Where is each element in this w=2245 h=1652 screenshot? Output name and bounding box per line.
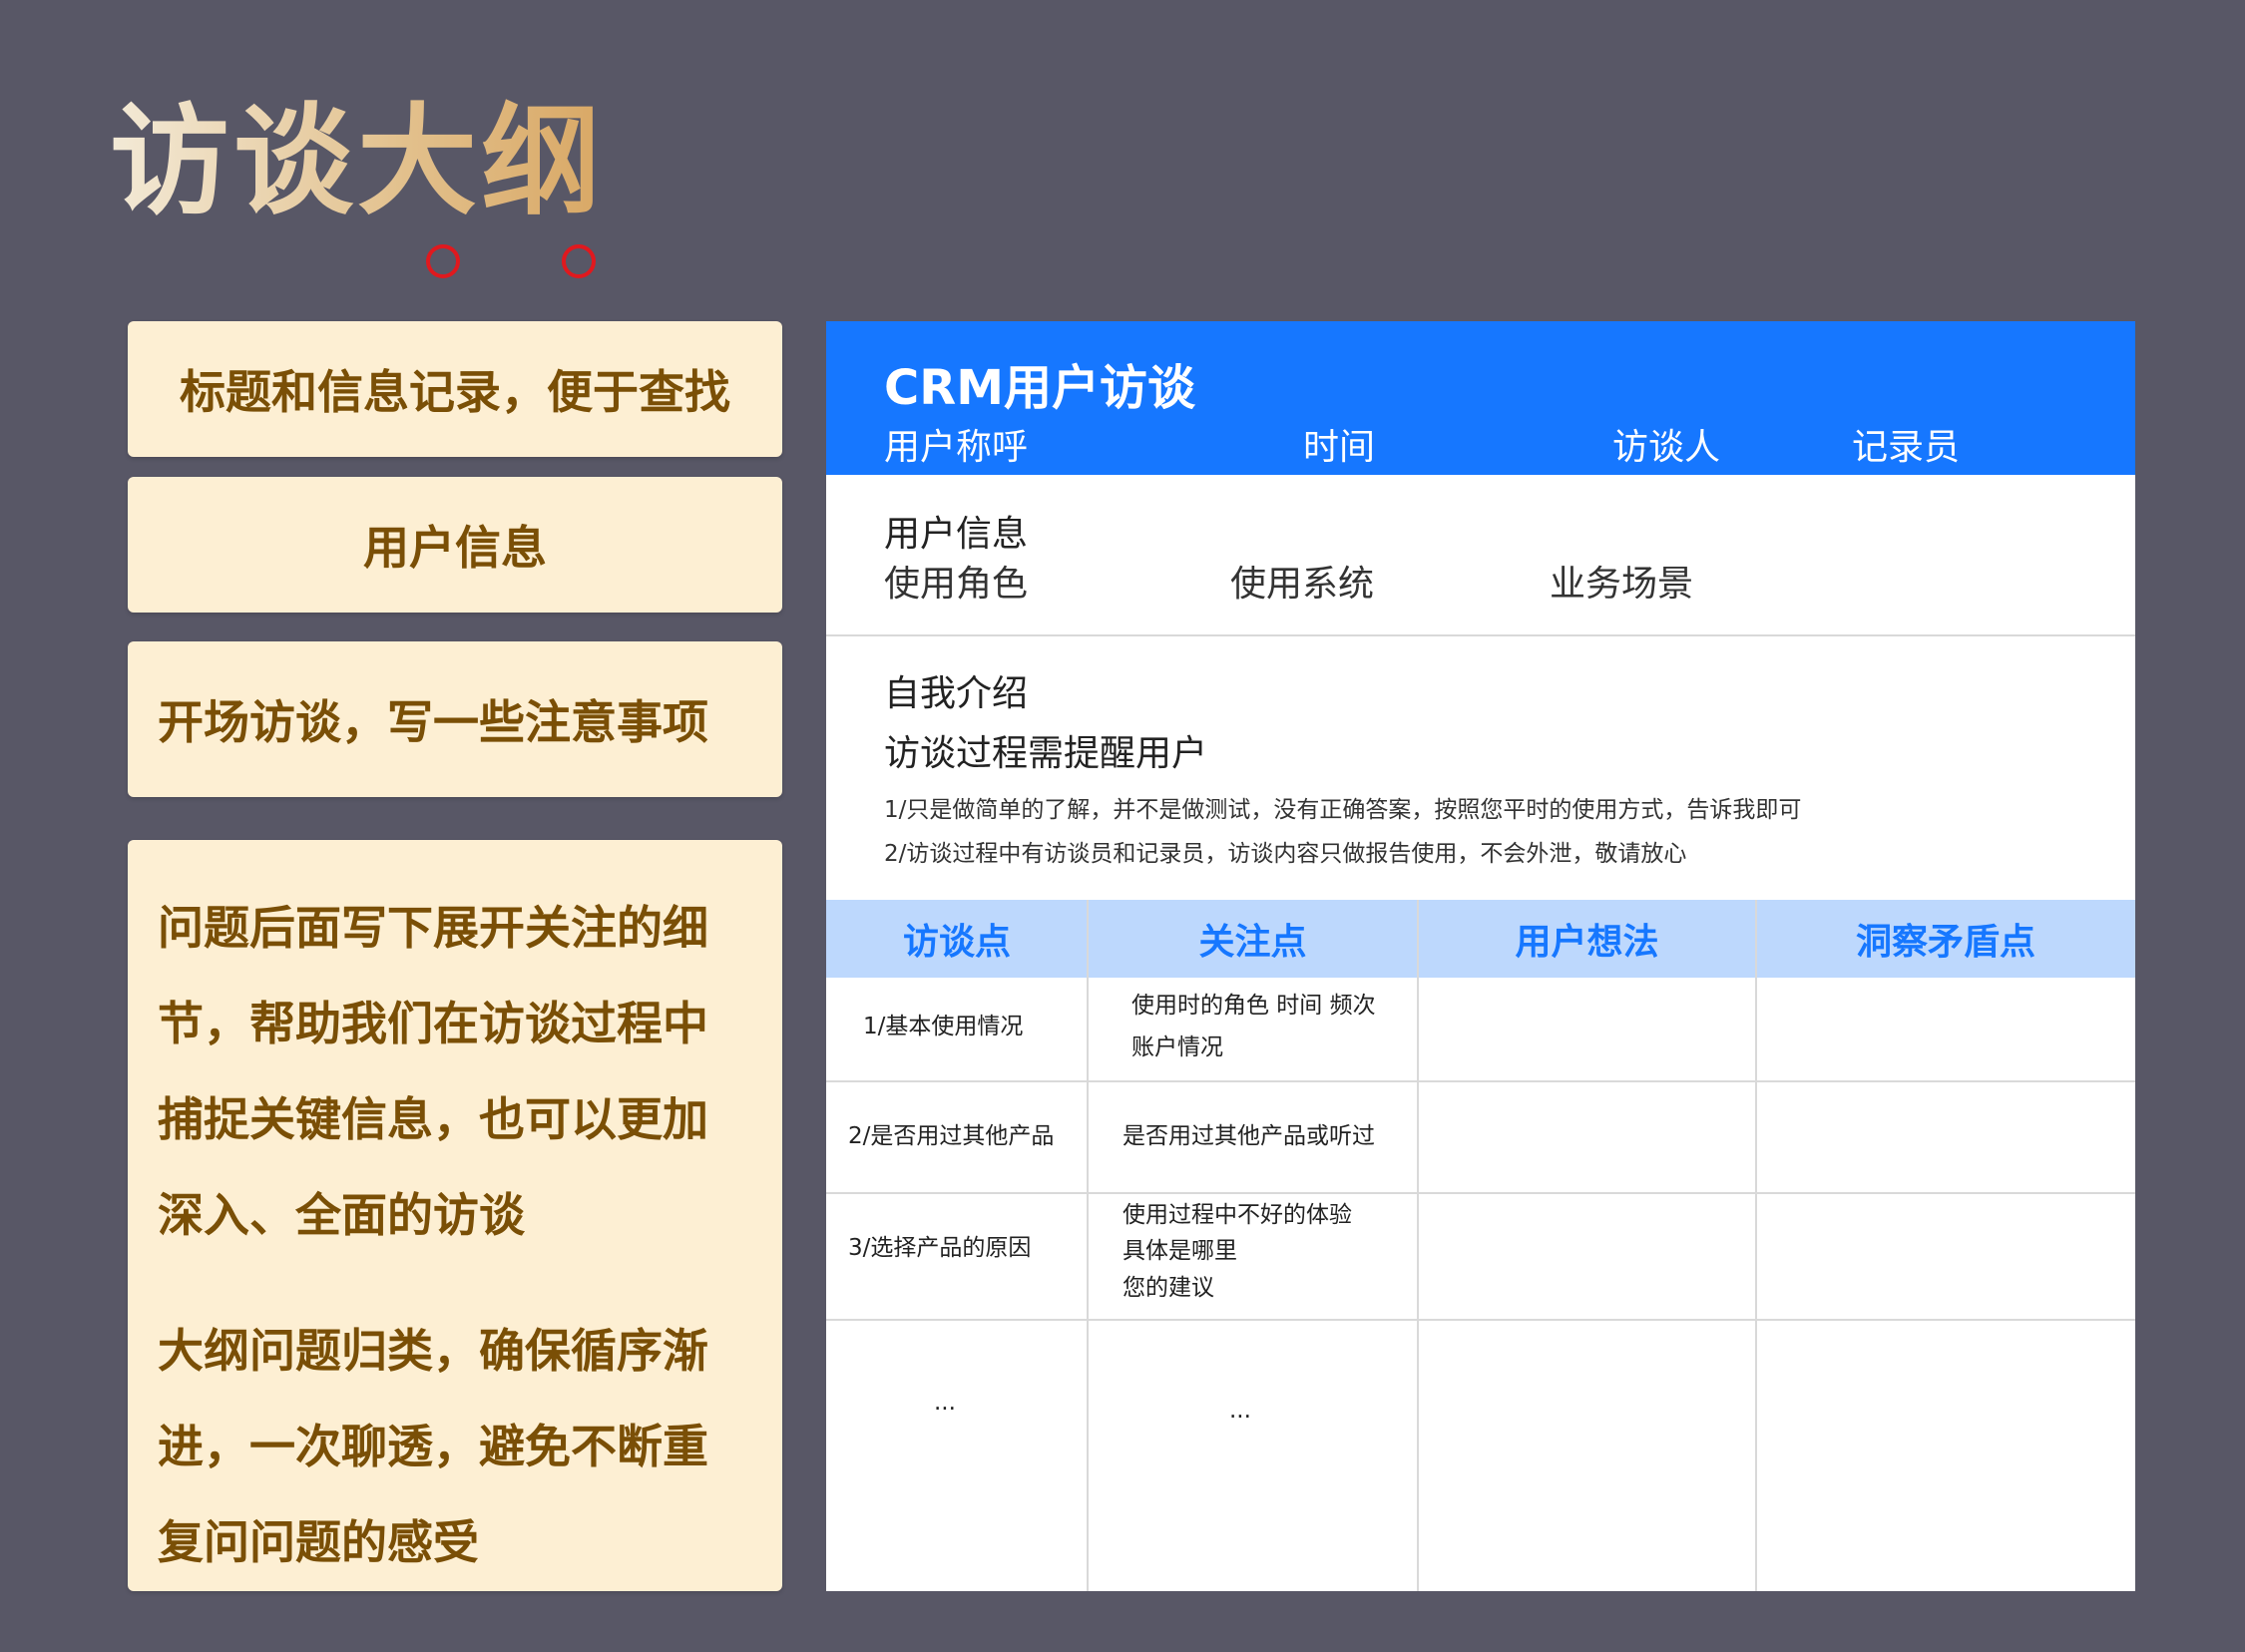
table-cell-focus: ... xyxy=(1229,1398,1251,1424)
table-cell-focus: 账户情况 xyxy=(1131,1034,1223,1060)
page-title: 访谈大纲 xyxy=(110,91,605,231)
note-opening: 开场访谈，写一些注意事项 xyxy=(128,641,782,797)
note-text: 标题和信息记录，便于查找 xyxy=(180,365,730,419)
row-divider xyxy=(826,1319,2135,1321)
card-title: CRM用户访谈 xyxy=(884,360,1195,416)
table-header-cell: 用户想法 xyxy=(1515,922,1659,963)
note-title-info: 标题和信息记录，便于查找 xyxy=(128,321,782,457)
note-line: 捕捉关键信息，也可以更加 xyxy=(158,1092,708,1146)
outline-table: 访谈点 关注点 用户想法 洞察矛盾点 1/基本使用情况 使用时的角色 时间 频次… xyxy=(826,900,2135,1591)
column-divider xyxy=(1417,900,1419,1591)
user-info-scenario: 业务场景 xyxy=(1550,564,1694,605)
intro-note: 2/访谈过程中有访谈员和记录员，访谈内容只做报告使用，不会外泄，敬请放心 xyxy=(884,841,1687,867)
note-line: 进，一次聊透，避免不断重 xyxy=(158,1420,708,1473)
note-user-info: 用户信息 xyxy=(128,477,782,613)
intro-subheading: 访谈过程需提醒用户 xyxy=(884,733,1208,774)
column-divider xyxy=(1087,900,1089,1591)
table-header-cell: 关注点 xyxy=(1198,922,1307,963)
note-text: 用户信息 xyxy=(363,521,547,575)
table-header-cell: 访谈点 xyxy=(902,922,1011,963)
row-divider xyxy=(826,1080,2135,1082)
decorative-circle xyxy=(562,244,596,278)
card-header: CRM用户访谈 用户称呼 时间 访谈人 记录员 xyxy=(826,321,2135,475)
user-info-section: 用户信息 使用角色 使用系统 业务场景 xyxy=(826,475,2135,636)
note-line: 复问问题的感受 xyxy=(158,1515,479,1569)
user-info-role: 使用角色 xyxy=(884,564,1029,605)
note-text: 开场访谈，写一些注意事项 xyxy=(158,695,708,749)
table-cell-point: ... xyxy=(934,1390,956,1416)
note-line: 大纲问题归类，确保循序渐 xyxy=(158,1324,708,1378)
table-cell-focus: 使用时的角色 时间 频次 xyxy=(1131,993,1376,1019)
note-paragraph-grouping: 大纲问题归类，确保循序渐 进，一次聊透，避免不断重 复问问题的感受 xyxy=(158,1303,742,1590)
note-line: 问题后面写下展开关注的细 xyxy=(158,901,708,955)
meta-user-name: 用户称呼 xyxy=(884,427,1029,468)
decorative-circle xyxy=(426,244,460,278)
user-info-heading: 用户信息 xyxy=(884,514,1029,555)
user-info-system: 使用系统 xyxy=(1230,564,1375,605)
table-cell-point: 3/选择产品的原因 xyxy=(848,1235,1032,1261)
table-cell-focus: 使用过程中不好的体验 xyxy=(1122,1202,1352,1228)
intro-note: 1/只是做简单的了解，并不是做测试，没有正确答案，按照您平时的使用方式，告诉我即… xyxy=(884,797,1802,823)
note-paragraph-details: 问题后面写下展开关注的细 节，帮助我们在访谈过程中 捕捉关键信息，也可以更加 深… xyxy=(158,880,742,1263)
row-divider xyxy=(826,1192,2135,1194)
meta-recorder: 记录员 xyxy=(1852,427,1961,468)
intro-section: 自我介绍 访谈过程需提醒用户 1/只是做简单的了解，并不是做测试，没有正确答案，… xyxy=(826,636,2135,900)
note-line: 深入、全面的访谈 xyxy=(158,1188,525,1242)
table-cell-focus: 具体是哪里 xyxy=(1122,1238,1237,1264)
table-cell-point: 1/基本使用情况 xyxy=(863,1014,1024,1039)
table-header-cell: 洞察矛盾点 xyxy=(1855,922,2035,963)
meta-interviewer: 访谈人 xyxy=(1612,427,1721,468)
note-line: 节，帮助我们在访谈过程中 xyxy=(158,997,708,1050)
interview-outline-card: CRM用户访谈 用户称呼 时间 访谈人 记录员 用户信息 使用角色 使用系统 业… xyxy=(826,321,2135,1591)
intro-heading: 自我介绍 xyxy=(884,673,1029,714)
table-cell-focus: 是否用过其他产品或听过 xyxy=(1122,1123,1375,1149)
table-cell-focus: 您的建议 xyxy=(1122,1275,1214,1301)
column-divider xyxy=(1755,900,1757,1591)
note-question-tips: 问题后面写下展开关注的细 节，帮助我们在访谈过程中 捕捉关键信息，也可以更加 深… xyxy=(128,840,782,1591)
table-cell-point: 2/是否用过其他产品 xyxy=(848,1123,1055,1149)
meta-time: 时间 xyxy=(1303,427,1376,468)
